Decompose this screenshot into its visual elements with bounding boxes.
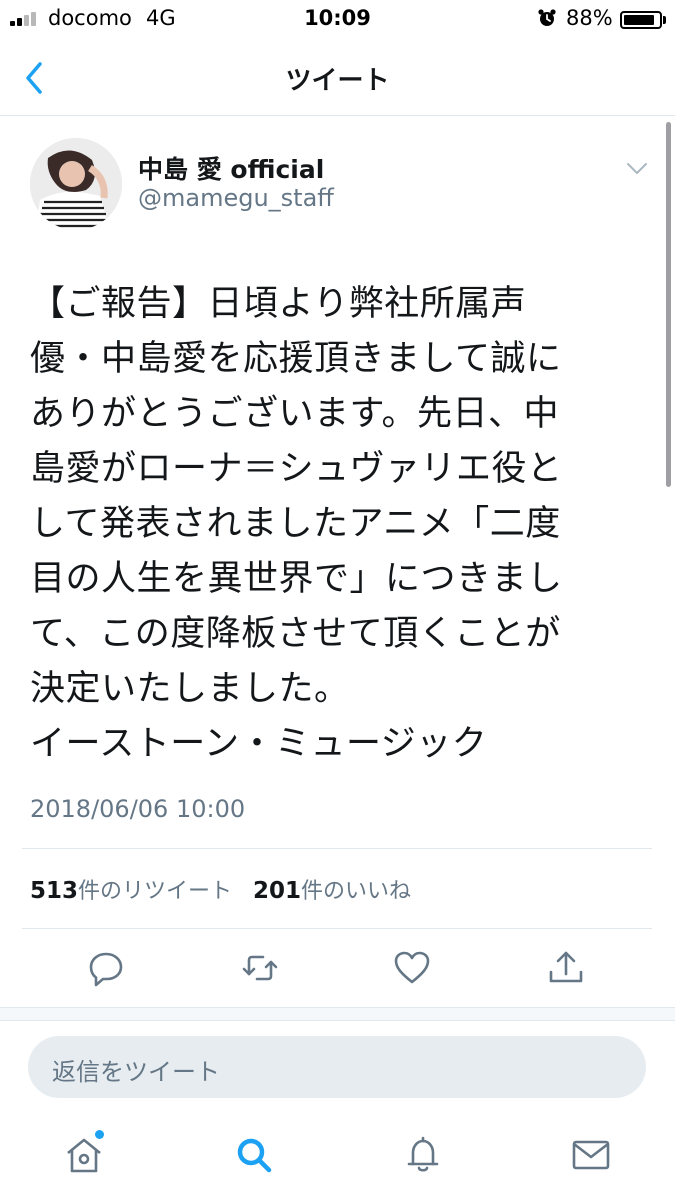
retweet-count: 513 — [30, 878, 79, 904]
like-label: 件のいいね — [301, 879, 412, 904]
notifications-icon[interactable] — [401, 1133, 445, 1177]
scrollbar[interactable] — [666, 122, 671, 487]
section-divider — [0, 1007, 675, 1021]
home-icon[interactable] — [62, 1133, 106, 1177]
tweet-text-line: て、この度降板させて頂くことが — [30, 614, 561, 654]
retweet-label: 件のリツイート — [78, 879, 233, 904]
likes-stat[interactable]: 201件のいいね — [253, 878, 412, 904]
tweet-text-line: イーストーン・ミュージック — [30, 724, 488, 764]
tweet-text-line: ありがとうございます。先日、中 — [30, 394, 560, 434]
retweet-icon[interactable] — [240, 948, 280, 988]
like-icon[interactable] — [392, 948, 432, 988]
divider — [22, 848, 652, 849]
page-title: ツイート — [285, 66, 390, 96]
tab-bar — [0, 1115, 675, 1200]
reply-input[interactable]: 返信をツイート — [28, 1036, 646, 1098]
avatar-photo — [30, 138, 122, 230]
like-count: 201 — [253, 878, 302, 904]
share-icon[interactable] — [546, 948, 586, 988]
display-name[interactable]: 中島 愛 official — [138, 150, 324, 186]
battery-level — [624, 15, 654, 25]
alarm-icon — [538, 9, 556, 26]
tweet-text-line: 【ご報告】日頃より弊社所属声 — [30, 284, 527, 324]
battery-tip — [663, 16, 666, 24]
tweet-text-line: して発表されましたアニメ「二度 — [30, 504, 561, 544]
tweet-text-line: 優・中島愛を応援頂きまして誠に — [30, 339, 562, 379]
reply-icon[interactable] — [86, 948, 126, 988]
user-handle[interactable]: @mamegu_staff — [138, 184, 334, 212]
home-notification-badge — [95, 1130, 104, 1139]
reply-placeholder: 返信をツイート — [52, 1058, 220, 1086]
tweet-text-line: 目の人生を異世界で」につきまし — [30, 559, 563, 599]
tweet-text-line: 島愛がローナ＝シュヴァリエ役と — [30, 449, 563, 489]
chevron-down-icon[interactable] — [622, 156, 652, 180]
tweet-text-line: 決定いたしました。 — [30, 669, 350, 709]
avatar[interactable] — [30, 138, 122, 230]
tweet-stats: 513件のリツイート 201件のいいね — [30, 873, 411, 905]
status-bar: docomo 4G 10:09 88% — [0, 0, 675, 40]
messages-icon[interactable] — [569, 1133, 613, 1177]
battery-icon — [620, 11, 662, 29]
search-icon[interactable] — [232, 1133, 276, 1177]
tweet-timestamp: 2018/06/06 10:00 — [30, 795, 246, 823]
battery-percent: 88% — [566, 6, 613, 30]
navigation-bar: ツイート — [0, 40, 675, 116]
retweets-stat[interactable]: 513件のリツイート — [30, 878, 233, 904]
divider — [22, 928, 652, 929]
tweet-text: 【ご報告】日頃より弊社所属声 優・中島愛を応援頂きまして誠に ありがとうございま… — [30, 277, 642, 772]
